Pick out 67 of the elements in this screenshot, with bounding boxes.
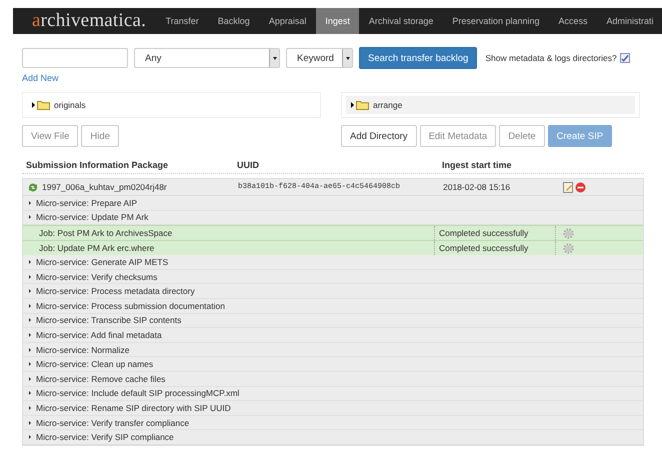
expand-arrow-icon[interactable]	[29, 332, 31, 337]
micro-service-label[interactable]: Micro-service: Clean up names	[36, 359, 154, 370]
tree-button[interactable]: Edit Metadata	[420, 125, 496, 147]
expand-arrow-icon[interactable]	[29, 362, 31, 366]
job-status: Completed successfully	[435, 241, 556, 256]
micro-service-label[interactable]: Micro-service: Verify SIP compliance	[36, 432, 174, 442]
job-label: Job: Update PM Ark erc.where	[23, 241, 435, 256]
archivematica-logo[interactable]: archivematica.	[13, 8, 156, 34]
expand-arrow-icon[interactable]	[29, 215, 31, 220]
refresh-icon	[27, 182, 39, 192]
checkbox[interactable]	[620, 53, 630, 63]
micro-service-label[interactable]: Micro-service: Verify checksums	[36, 272, 158, 282]
folder-icon	[356, 100, 369, 110]
folder-icon	[37, 100, 50, 110]
nav-tab[interactable]: Backlog	[208, 8, 260, 34]
metadata-icon[interactable]	[563, 182, 574, 192]
nav-tab[interactable]: Ingest	[316, 8, 360, 34]
nav-tab[interactable]: Administrati	[597, 8, 662, 34]
tree-button[interactable]: Hide	[81, 125, 119, 147]
caret-icon	[346, 56, 350, 60]
search-button[interactable]: Search transfer backlog	[359, 47, 478, 69]
tree-button[interactable]: Add Directory	[341, 125, 417, 147]
expand-arrow-icon[interactable]	[29, 348, 31, 352]
expand-arrow-icon[interactable]	[29, 304, 31, 308]
micro-service-label[interactable]: Micro-service: Process metadata directory	[36, 286, 195, 296]
expand-arrow-icon[interactable]	[29, 435, 31, 440]
folder-name[interactable]: originals	[54, 100, 86, 110]
column-header: Ingest start time	[442, 160, 513, 170]
expand-arrow-icon[interactable]	[29, 420, 31, 425]
micro-service-label[interactable]: Micro-service: Process submission documentation	[36, 300, 225, 311]
expand-arrow-icon[interactable]	[29, 260, 31, 264]
caret-icon	[272, 56, 276, 60]
dropdown[interactable]: Any	[134, 48, 280, 68]
dropdown[interactable]: Keyword	[286, 48, 353, 68]
expand-arrow-icon[interactable]	[29, 376, 31, 381]
tree-button[interactable]: View File	[22, 125, 78, 147]
checkbox-label: Show metadata & logs directories?	[485, 53, 617, 63]
nav-tab[interactable]: Preservation planning	[442, 8, 549, 34]
sip-name[interactable]: 1997_006a_kuhtav_pm0204rj48r	[42, 182, 167, 192]
nav-tab[interactable]: Access	[548, 8, 597, 34]
micro-service-label[interactable]: Micro-service: Prepare AIP	[36, 198, 138, 208]
expand-arrow-icon[interactable]	[29, 391, 31, 396]
tree-button[interactable]: Delete	[499, 125, 545, 147]
micro-service-label[interactable]: Micro-service: Generate AIP METS	[36, 256, 168, 267]
micro-service-label[interactable]: Micro-service: Verify transfer compliance	[36, 418, 190, 428]
folder-name[interactable]: arrange	[373, 100, 402, 110]
micro-service-label[interactable]: Micro-service: Normalize	[36, 344, 130, 355]
remove-icon[interactable]	[575, 182, 586, 192]
add-new-link[interactable]: Add New	[22, 73, 640, 83]
micro-service-label[interactable]: Micro-service: Rename SIP directory with SIP UUID	[36, 402, 231, 413]
search-field[interactable]	[22, 48, 128, 68]
column-header: Submission Information Package	[26, 160, 170, 170]
expand-arrow-icon[interactable]	[29, 406, 31, 410]
expand-arrow-icon[interactable]	[29, 200, 31, 205]
expand-arrow-icon[interactable]	[29, 274, 31, 279]
expand-arrow-icon[interactable]	[29, 289, 31, 294]
start-time: 2018-02-08 15:16	[443, 182, 512, 192]
micro-service-label[interactable]: Micro-service: Add final metadata	[36, 330, 162, 340]
expand-arrow-icon[interactable]	[29, 318, 31, 322]
column-header: UUID	[237, 160, 260, 170]
micro-service-label[interactable]: Micro-service: Remove cache files	[36, 374, 166, 384]
nav-tab[interactable]: Archival storage	[359, 8, 443, 34]
micro-service-label[interactable]: Micro-service: Include default SIP processingMCP.xml	[36, 388, 240, 398]
nav-tab[interactable]: Transfer	[156, 8, 208, 34]
micro-service-label[interactable]: Micro-service: Update PM Ark	[36, 212, 148, 222]
nav-tab[interactable]: Appraisal	[259, 8, 316, 34]
micro-service-label[interactable]: Micro-service: Transcribe SIP contents	[36, 315, 182, 326]
